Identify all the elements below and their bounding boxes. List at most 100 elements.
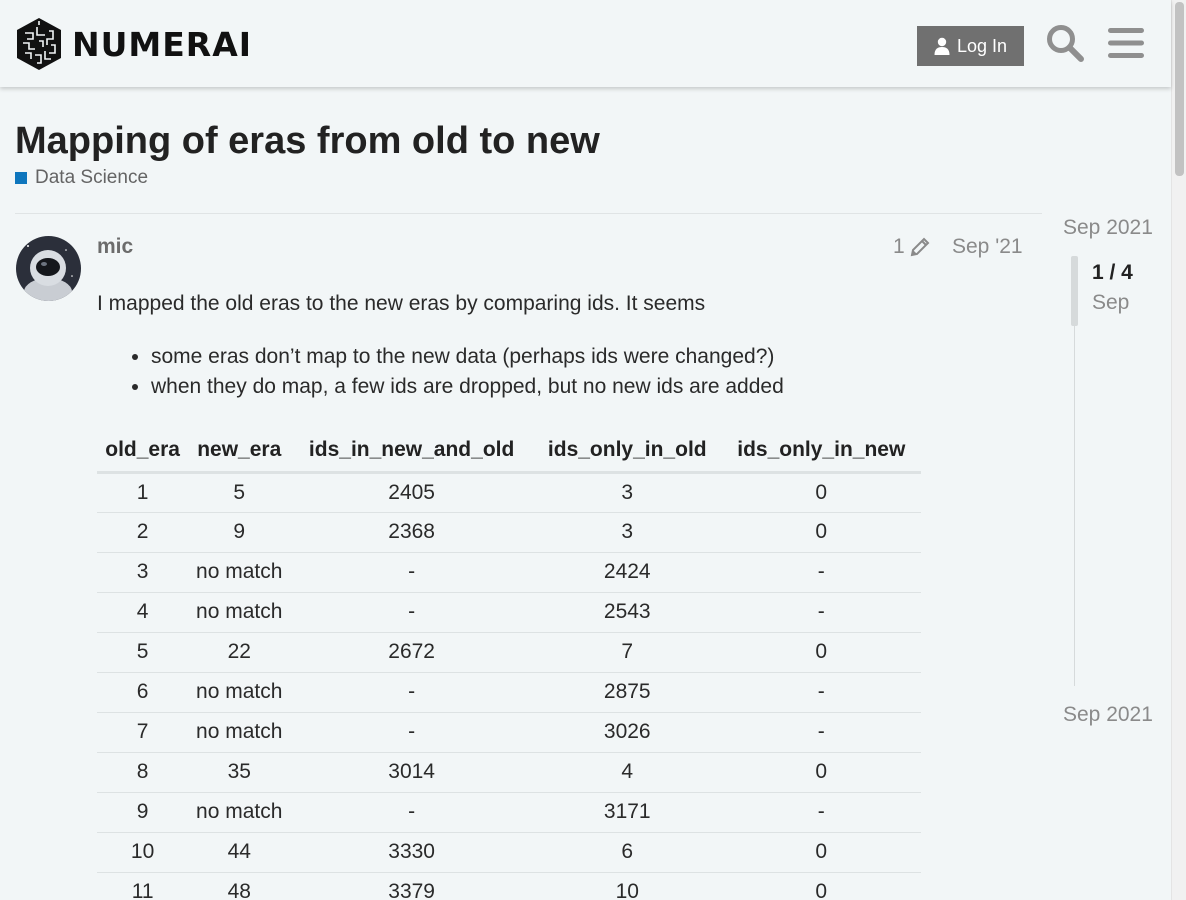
table-cell: 3026 <box>532 712 722 753</box>
table-cell: 7 <box>532 632 722 673</box>
table-cell: 0 <box>721 832 921 873</box>
table-cell: - <box>290 712 533 753</box>
table-cell: 48 <box>188 872 291 900</box>
timeline-position: 1 / 4 <box>1092 261 1133 284</box>
table-cell: 22 <box>188 632 291 673</box>
table-cell: - <box>721 672 921 713</box>
page-scrollbar[interactable] <box>1171 0 1186 900</box>
table-cell: 3 <box>532 512 722 553</box>
category-name: Data Science <box>35 167 149 188</box>
table-cell: 2368 <box>290 512 533 553</box>
site-header: NUMERAI Log In <box>0 0 1171 87</box>
login-label: Log In <box>956 35 1008 56</box>
table-cell: 7 <box>97 712 189 753</box>
table-cell: 10 <box>532 872 722 900</box>
table-cell: 2424 <box>532 552 722 593</box>
timeline-start-date[interactable]: Sep 2021 <box>1063 216 1153 240</box>
post-username[interactable]: mic <box>97 235 133 259</box>
table-header-row: old_era new_era ids_in_new_and_old ids_o… <box>97 430 921 474</box>
search-icon <box>1047 25 1084 62</box>
table-cell: 0 <box>721 872 921 900</box>
table-cell: 2672 <box>290 632 533 673</box>
timeline-month: Sep <box>1092 291 1130 314</box>
table-cell: 2405 <box>290 472 533 513</box>
table-cell: - <box>721 552 921 593</box>
timeline-scroll-handle[interactable] <box>1071 256 1078 326</box>
table-cell: - <box>290 792 533 833</box>
column-header: ids_only_in_new <box>721 430 921 474</box>
table-cell: 3171 <box>532 792 722 833</box>
table-row: 1 5 2405 3 0 <box>97 472 921 513</box>
column-header: new_era <box>188 430 291 474</box>
table-row: 10 44 3330 6 0 <box>97 832 921 873</box>
hamburger-menu-button[interactable] <box>1105 22 1147 64</box>
table-cell: 44 <box>188 832 291 873</box>
table-cell: 9 <box>188 512 291 553</box>
table-cell: 0 <box>721 472 921 513</box>
table-row: 6 no match -2875- <box>97 672 921 713</box>
scrollbar-thumb[interactable] <box>1175 2 1184 176</box>
table-cell: 4 <box>532 752 722 793</box>
search-button[interactable] <box>1044 22 1086 64</box>
table-cell: 6 <box>97 672 189 713</box>
table-row: 3 no match -2424- <box>97 552 921 593</box>
column-header: old_era <box>97 430 189 474</box>
table-cell: 0 <box>721 632 921 673</box>
table-cell: 9 <box>97 792 189 833</box>
logo-wordmark: NUMERAI <box>72 24 253 64</box>
astronaut-avatar-icon <box>16 236 81 301</box>
table-cell: 0 <box>721 512 921 553</box>
numerai-logo[interactable]: NUMERAI <box>15 17 252 71</box>
user-icon <box>934 37 950 55</box>
table-cell: no match <box>188 592 291 633</box>
table-cell: 1 <box>97 472 189 513</box>
table-cell: 10 <box>97 832 189 873</box>
post-bullet-list: some eras don’t map to the new data (per… <box>151 344 784 404</box>
table-row: 8 35 3014 4 0 <box>97 752 921 793</box>
table-cell: no match <box>188 712 291 753</box>
table-cell: 5 <box>188 472 291 513</box>
table-cell: - <box>721 792 921 833</box>
topic-title[interactable]: Mapping of eras from old to new <box>15 120 600 163</box>
table-row: 2 9 2368 3 0 <box>97 512 921 553</box>
post-intro-text: I mapped the old eras to the new eras by… <box>97 292 706 315</box>
column-header: ids_in_new_and_old <box>290 430 533 474</box>
era-mapping-table: old_era new_era ids_in_new_and_old ids_o… <box>97 430 921 900</box>
table-body: 1 5 2405 3 0 2 9 2368 3 0 3 no match -2424-4 no match… <box>97 472 921 900</box>
table-cell: 35 <box>188 752 291 793</box>
timeline-end-date[interactable]: Sep 2021 <box>1063 703 1153 727</box>
table-cell: 6 <box>532 832 722 873</box>
table-cell: 8 <box>97 752 189 793</box>
table-cell: 3 <box>97 552 189 593</box>
table-cell: 3379 <box>290 872 533 900</box>
hamburger-menu-icon <box>1108 28 1144 58</box>
table-cell: 3014 <box>290 752 533 793</box>
table-cell: 2543 <box>532 592 722 633</box>
table-cell: 4 <box>97 592 189 633</box>
table-row: 7 no match -3026- <box>97 712 921 753</box>
table-cell: - <box>721 592 921 633</box>
table-cell: 0 <box>721 752 921 793</box>
list-item: some eras don’t map to the new data (per… <box>151 344 784 374</box>
table-cell: 5 <box>97 632 189 673</box>
avatar[interactable] <box>16 236 81 301</box>
table-cell: - <box>290 592 533 633</box>
list-item: when they do map, a few ids are dropped,… <box>151 374 784 404</box>
edit-history[interactable]: 1 <box>893 235 931 259</box>
table-cell: 11 <box>97 872 189 900</box>
login-button[interactable]: Log In <box>917 26 1024 66</box>
table-cell: 2875 <box>532 672 722 713</box>
category-badge[interactable]: Data Science <box>15 167 148 189</box>
table-row: 11 48 3379 10 0 <box>97 872 921 900</box>
title-divider <box>15 213 1042 214</box>
table-cell: no match <box>188 552 291 593</box>
post-date[interactable]: Sep '21 <box>952 235 1023 259</box>
table-cell: - <box>721 712 921 753</box>
table-cell: 2 <box>97 512 189 553</box>
table-row: 4 no match -2543- <box>97 592 921 633</box>
table-cell: no match <box>188 792 291 833</box>
table-row: 5 22 2672 7 0 <box>97 632 921 673</box>
table-cell: - <box>290 672 533 713</box>
table-cell: 3330 <box>290 832 533 873</box>
table-cell: - <box>290 552 533 593</box>
